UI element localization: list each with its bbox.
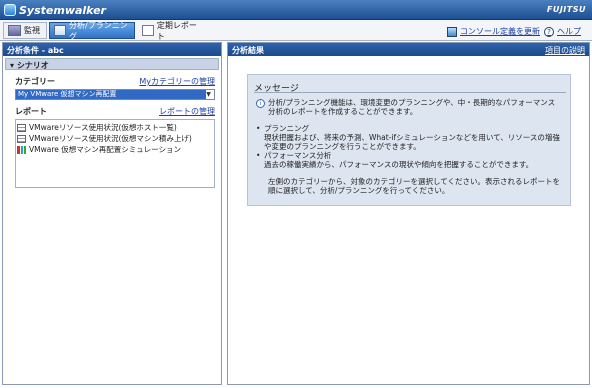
message-box: メッセージ i 分析/プランニング機能は、環境変更のプランニングや、中・長期的な… bbox=[247, 74, 571, 206]
tab-monitor-label: 監視 bbox=[24, 26, 40, 35]
message-body: i 分析/プランニング機能は、環境変更のプランニングや、中・長期的なパフォーマン… bbox=[256, 98, 562, 195]
report-icon bbox=[142, 25, 154, 36]
analysis-icon bbox=[54, 25, 67, 36]
help-link-label: ヘルプ bbox=[557, 27, 581, 36]
item-explanation-link[interactable]: 項目の説明 bbox=[545, 45, 585, 56]
table-report-icon bbox=[17, 134, 26, 143]
tab-analysis-planning[interactable]: 分析/プランニング bbox=[49, 20, 135, 41]
report-item-label: VMware 仮想マシン再配置シミュレーション bbox=[29, 145, 181, 154]
report-item-label: VMwareリソース使用状況(仮想ホスト一覧) bbox=[29, 123, 177, 132]
bullet-desc: 現状把握および、将来の予測、What-ifシミュレーションなどを用いて、リソース… bbox=[264, 133, 560, 151]
intro-row: i 分析/プランニング機能は、環境変更のプランニングや、中・長期的なパフォーマン… bbox=[256, 98, 562, 116]
bullet-head: プランニング bbox=[264, 124, 309, 133]
bullet-icon: • bbox=[256, 124, 261, 133]
bullet-content: パフォーマンス分析 過去の稼働実績から、パフォーマンスの現状や傾向を把握すること… bbox=[264, 151, 533, 169]
table-report-icon bbox=[17, 123, 26, 132]
right-panel-title: 分析結果 項目の説明 bbox=[228, 43, 589, 56]
report-item-host-list[interactable]: VMwareリソース使用状況(仮想ホスト一覧) bbox=[17, 122, 213, 133]
report-manage-link[interactable]: レポートの管理 bbox=[159, 106, 215, 117]
message-title: メッセージ bbox=[254, 79, 566, 94]
systemwalker-logo-icon bbox=[4, 4, 16, 16]
scenario-section-header[interactable]: ▾ シナリオ bbox=[5, 58, 219, 70]
bullet-desc: 過去の稼働実績から、パフォーマンスの現状や傾向を把握することができます。 bbox=[264, 160, 534, 169]
title-bar: Systemwalker FUJITSU bbox=[0, 0, 592, 20]
report-item-label: VMwareリソース使用状況(仮想マシン積み上げ) bbox=[29, 134, 192, 143]
bullet-head: パフォーマンス分析 bbox=[264, 151, 332, 160]
app-title: Systemwalker bbox=[19, 3, 106, 17]
list-item: • プランニング 現状把握および、将来の予測、What-ifシミュレーションなど… bbox=[256, 124, 562, 151]
monitor-icon bbox=[8, 25, 21, 36]
results-title: 分析結果 bbox=[232, 46, 264, 55]
report-list: VMwareリソース使用状況(仮想ホスト一覧) VMwareリソース使用状況(仮… bbox=[15, 119, 215, 188]
report-item-vm-stacked[interactable]: VMwareリソース使用状況(仮想マシン積み上げ) bbox=[17, 133, 213, 144]
help-link[interactable]: ? ヘルプ bbox=[544, 26, 581, 37]
analysis-results-panel: 分析結果 項目の説明 メッセージ i 分析/プランニング機能は、環境変更のプラン… bbox=[227, 42, 590, 385]
report-label: レポート bbox=[15, 107, 47, 116]
vendor-logo: FUJITSU bbox=[546, 5, 586, 14]
app-logo: Systemwalker bbox=[4, 3, 106, 17]
bullet-icon: • bbox=[256, 151, 261, 160]
collapse-arrow-icon: ▾ bbox=[10, 61, 17, 70]
feature-list: • プランニング 現状把握および、将来の予測、What-ifシミュレーションなど… bbox=[256, 124, 562, 169]
tab-report-label: 定期レポート bbox=[156, 20, 197, 41]
bullet-content: プランニング 現状把握および、将来の予測、What-ifシミュレーションなどを用… bbox=[264, 124, 562, 151]
left-panel-title: 分析条件 - abc bbox=[3, 43, 221, 56]
tab-periodic-report[interactable]: 定期レポート bbox=[138, 20, 204, 41]
update-link-label: コンソール定義を更新 bbox=[460, 27, 540, 36]
category-row: カテゴリー Myカテゴリーの管理 bbox=[15, 76, 215, 88]
info-icon: i bbox=[256, 99, 265, 108]
report-item-vm-relocation[interactable]: VMware 仮想マシン再配置シミュレーション bbox=[17, 144, 213, 155]
help-icon: ? bbox=[544, 26, 554, 37]
tab-analysis-label: 分析/プランニング bbox=[69, 20, 128, 41]
list-item: • パフォーマンス分析 過去の稼働実績から、パフォーマンスの現状や傾向を把握する… bbox=[256, 151, 562, 169]
main-toolbar: 監視 分析/プランニング 定期レポート コンソール定義を更新 ? ヘルプ bbox=[0, 20, 592, 41]
category-label: カテゴリー bbox=[15, 77, 55, 86]
intro-text: 分析/プランニング機能は、環境変更のプランニングや、中・長期的なパフォーマンス分… bbox=[268, 98, 556, 116]
update-console-definition-link[interactable]: コンソール定義を更新 bbox=[447, 26, 540, 37]
category-selected-value: My VMware 仮想マシン再配置 bbox=[16, 90, 206, 99]
category-select[interactable]: My VMware 仮想マシン再配置 ▼ bbox=[15, 89, 215, 100]
report-row: レポート レポートの管理 bbox=[15, 106, 215, 118]
analysis-conditions-panel: 分析条件 - abc ▾ シナリオ カテゴリー Myカテゴリーの管理 My VM… bbox=[2, 42, 222, 385]
refresh-icon bbox=[447, 26, 457, 37]
closing-text: 左側のカテゴリーから、対象のカテゴリーを選択してください。表示されるレポートを順… bbox=[268, 177, 561, 195]
chevron-down-icon[interactable]: ▼ bbox=[204, 90, 213, 99]
tab-monitor[interactable]: 監視 bbox=[3, 22, 47, 39]
my-category-manage-link[interactable]: Myカテゴリーの管理 bbox=[139, 76, 215, 87]
scenario-label: シナリオ bbox=[16, 61, 49, 70]
chart-report-icon bbox=[17, 145, 26, 154]
